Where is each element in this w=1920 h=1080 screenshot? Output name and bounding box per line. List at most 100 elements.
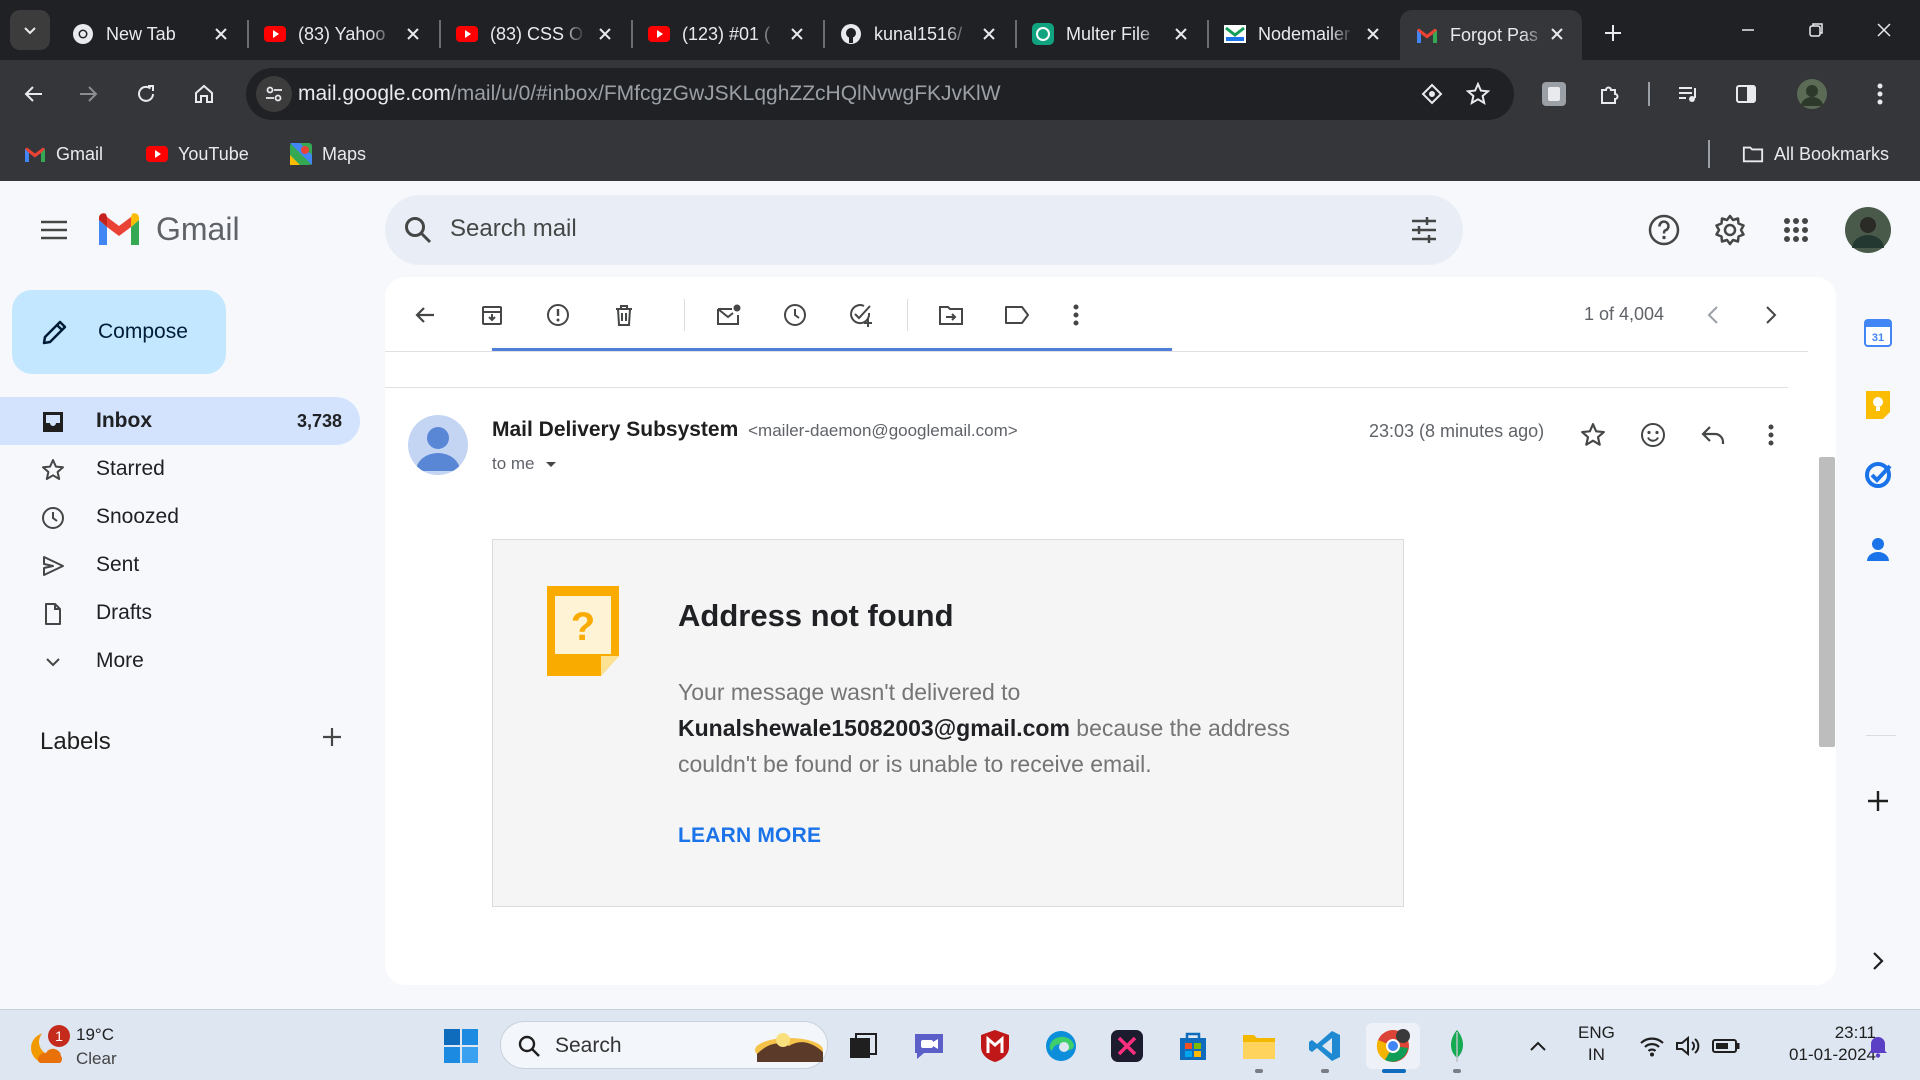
tab-youtube-1[interactable]: (83) Yahoo xyxy=(248,10,438,58)
close-window-button[interactable] xyxy=(1858,10,1910,50)
emoji-reaction-button[interactable] xyxy=(1633,415,1673,455)
close-icon[interactable] xyxy=(1170,23,1192,45)
tab-youtube-2[interactable]: (83) CSS O xyxy=(440,10,630,58)
search-options-icon[interactable] xyxy=(1409,215,1439,245)
tray-overflow-button[interactable] xyxy=(1524,1032,1552,1060)
media-button[interactable] xyxy=(1668,74,1708,114)
vscode-button[interactable] xyxy=(1302,1023,1348,1069)
mark-unread-button[interactable] xyxy=(709,295,749,335)
newer-button[interactable] xyxy=(1693,295,1733,335)
nav-item-snoozed[interactable]: Snoozed xyxy=(0,493,360,541)
close-icon[interactable] xyxy=(1546,23,1568,45)
gmail-logo[interactable]: Gmail xyxy=(96,211,240,248)
main-menu-button[interactable] xyxy=(32,208,76,252)
contacts-app-button[interactable] xyxy=(1856,527,1900,571)
weather-widget[interactable]: 1 19°C Clear xyxy=(28,1018,138,1073)
address-bar[interactable]: mail.google.com/mail/u/0/#inbox/FMfcgzGw… xyxy=(246,68,1514,120)
get-addons-button[interactable] xyxy=(1856,779,1900,823)
url-text[interactable]: mail.google.com/mail/u/0/#inbox/FMfcgzGw… xyxy=(298,82,1001,106)
nav-item-sent[interactable]: Sent xyxy=(0,541,360,589)
message-scrollbar[interactable] xyxy=(1819,457,1835,747)
extensions-button[interactable] xyxy=(1590,74,1630,114)
bookmark-youtube[interactable]: YouTube xyxy=(146,138,249,170)
account-button[interactable] xyxy=(1844,206,1892,254)
file-explorer-button[interactable] xyxy=(1236,1023,1282,1069)
profile-button[interactable] xyxy=(1792,74,1832,114)
message-more-button[interactable] xyxy=(1751,415,1791,455)
sender-avatar[interactable] xyxy=(408,415,468,475)
restore-button[interactable] xyxy=(1790,10,1842,50)
delete-button[interactable] xyxy=(604,295,644,335)
all-bookmarks-button[interactable]: All Bookmarks xyxy=(1742,138,1889,170)
store-app-button[interactable] xyxy=(1170,1023,1216,1069)
star-button[interactable] xyxy=(1573,415,1613,455)
close-icon[interactable] xyxy=(594,23,616,45)
keep-app-button[interactable] xyxy=(1856,383,1900,427)
more-actions-button[interactable] xyxy=(1056,295,1096,335)
older-button[interactable] xyxy=(1751,295,1791,335)
battery-icon[interactable] xyxy=(1712,1032,1740,1060)
back-to-inbox-button[interactable] xyxy=(405,295,445,335)
snooze-button[interactable] xyxy=(775,295,815,335)
archive-button[interactable] xyxy=(472,295,512,335)
side-panel-button[interactable] xyxy=(1726,74,1766,114)
tab-search-button[interactable] xyxy=(10,10,50,50)
mcafee-app-button[interactable] xyxy=(972,1023,1018,1069)
back-button[interactable] xyxy=(14,74,54,114)
bookmark-star-icon[interactable] xyxy=(1464,80,1492,108)
forward-button[interactable] xyxy=(68,74,108,114)
clock-button[interactable]: 23:11 01-01-2024 xyxy=(1760,1022,1876,1066)
close-icon[interactable] xyxy=(786,23,808,45)
move-to-button[interactable] xyxy=(931,295,971,335)
apps-button[interactable] xyxy=(1774,208,1818,252)
calendar-app-button[interactable]: 31 xyxy=(1856,311,1900,355)
add-to-tasks-button[interactable] xyxy=(841,295,881,335)
lens-icon[interactable] xyxy=(1418,80,1446,108)
reload-button[interactable] xyxy=(126,74,166,114)
input-language-button[interactable]: ENG IN xyxy=(1578,1022,1615,1066)
bookmark-maps[interactable]: Maps xyxy=(290,138,366,170)
search-bar[interactable]: Search mail xyxy=(385,195,1463,265)
report-spam-button[interactable] xyxy=(538,295,578,335)
sender-name[interactable]: Mail Delivery Subsystem xyxy=(492,418,738,441)
edge-app-button[interactable] xyxy=(1038,1023,1084,1069)
nav-item-more[interactable]: More xyxy=(0,637,360,685)
tab-github[interactable]: kunal1516/ xyxy=(824,10,1014,58)
create-label-button[interactable] xyxy=(316,721,348,753)
recipient-details-toggle[interactable]: to me xyxy=(492,454,561,474)
support-button[interactable] xyxy=(1642,208,1686,252)
notifications-button[interactable] xyxy=(1864,1032,1892,1060)
mongodb-compass-button[interactable] xyxy=(1434,1023,1480,1069)
browser-menu-button[interactable] xyxy=(1860,74,1900,114)
volume-icon[interactable] xyxy=(1674,1032,1702,1060)
close-icon[interactable] xyxy=(402,23,424,45)
close-icon[interactable] xyxy=(210,23,232,45)
chrome-button[interactable] xyxy=(1366,1023,1420,1069)
task-view-button[interactable] xyxy=(840,1023,886,1069)
learn-more-link[interactable]: LEARN MORE xyxy=(678,824,821,848)
tab-chatgpt[interactable]: Multer File xyxy=(1016,10,1206,58)
extension-button[interactable] xyxy=(1534,74,1574,114)
labels-button[interactable] xyxy=(997,295,1037,335)
tab-nodemailer[interactable]: Nodemailer xyxy=(1208,10,1398,58)
tab-gmail-active[interactable]: Forgot Pas xyxy=(1400,10,1582,60)
close-icon[interactable] xyxy=(1362,23,1384,45)
tasks-app-button[interactable] xyxy=(1856,453,1900,497)
search-icon[interactable] xyxy=(403,215,433,245)
nav-item-drafts[interactable]: Drafts xyxy=(0,589,360,637)
new-tab-button[interactable] xyxy=(1596,16,1630,50)
nav-item-inbox[interactable]: Inbox 3,738 xyxy=(0,397,360,445)
site-info-button[interactable] xyxy=(256,76,292,112)
tab-new-tab[interactable]: New Tab xyxy=(56,10,246,58)
teams-chat-button[interactable] xyxy=(906,1023,952,1069)
close-icon[interactable] xyxy=(978,23,1000,45)
wifi-icon[interactable] xyxy=(1638,1032,1666,1060)
start-button[interactable] xyxy=(438,1023,484,1069)
search-input[interactable]: Search mail xyxy=(450,215,577,243)
compose-button[interactable]: Compose xyxy=(12,290,226,374)
bookmark-gmail[interactable]: Gmail xyxy=(24,138,103,170)
taskbar-search[interactable]: Search xyxy=(500,1021,828,1069)
tab-youtube-3[interactable]: (123) #01 ( xyxy=(632,10,822,58)
app-button-pink[interactable] xyxy=(1104,1023,1150,1069)
reply-button[interactable] xyxy=(1693,415,1733,455)
